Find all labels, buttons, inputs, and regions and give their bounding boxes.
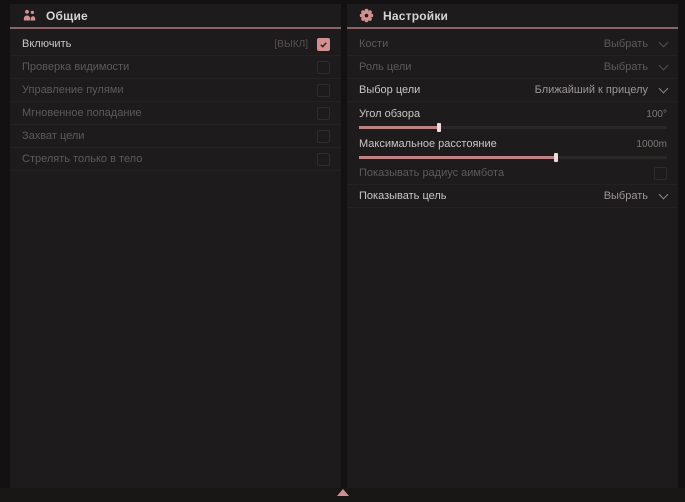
chevron-down-icon	[659, 83, 669, 93]
fov-value: 100°	[646, 109, 667, 120]
toggle-label: Стрелять только в тело	[22, 153, 317, 165]
target-role-dropdown[interactable]: Выбрать	[604, 61, 667, 73]
chevron-down-icon	[659, 60, 669, 70]
slider-row-max-distance: Максимальное расстояние 1000m	[347, 132, 678, 162]
gear-icon	[359, 8, 374, 23]
visibility-check-checkbox[interactable]	[317, 61, 330, 74]
dropdown-value: Выбрать	[604, 61, 648, 73]
dropdown-row-target-select: Выбор цели Ближайший к прицелу	[347, 79, 678, 102]
toggle-label: Захват цели	[22, 130, 317, 142]
fov-slider-handle[interactable]	[437, 123, 441, 132]
dropdown-label: Роль цели	[359, 61, 604, 73]
max-distance-slider-handle[interactable]	[554, 153, 558, 162]
toggle-row-body-only: Стрелять только в тело	[10, 148, 341, 171]
dropdown-label: Выбор цели	[359, 84, 535, 96]
chevron-down-icon	[659, 189, 669, 199]
panel-settings-header: Настройки	[347, 4, 678, 29]
show-aimbot-radius-checkbox[interactable]	[654, 167, 667, 180]
panel-settings: Настройки Кости Выбрать Роль цели Выбрат…	[347, 4, 678, 488]
max-distance-slider-fill	[359, 156, 556, 159]
fov-slider-fill	[359, 126, 439, 129]
instant-hit-checkbox[interactable]	[317, 107, 330, 120]
dropdown-value: Выбрать	[604, 190, 648, 202]
panel-general-title: Общие	[46, 9, 88, 23]
target-lock-checkbox[interactable]	[317, 130, 330, 143]
bones-dropdown[interactable]: Выбрать	[604, 38, 667, 50]
target-select-dropdown[interactable]: Ближайший к прицелу	[535, 84, 667, 96]
max-distance-value: 1000m	[636, 139, 667, 150]
toggle-row-instant-hit: Мгновенное попадание	[10, 102, 341, 125]
toggle-label: Показывать радиус аимбота	[359, 167, 654, 179]
toggle-label: Включить	[22, 38, 275, 50]
hotkey-badge: [ВЫКЛ]	[275, 39, 308, 50]
toggle-row-visibility-check: Проверка видимости	[10, 56, 341, 79]
toggle-label: Управление пулями	[22, 84, 317, 96]
dropdown-row-target-role: Роль цели Выбрать	[347, 56, 678, 79]
show-target-dropdown[interactable]: Выбрать	[604, 190, 667, 202]
max-distance-slider[interactable]	[359, 156, 667, 159]
toggle-row-enable: Включить [ВЫКЛ]	[10, 33, 341, 56]
dropdown-value: Ближайший к прицелу	[535, 84, 648, 96]
panel-general-header: Общие	[10, 4, 341, 29]
toggle-row-target-lock: Захват цели	[10, 125, 341, 148]
bullet-control-checkbox[interactable]	[317, 84, 330, 97]
toggle-row-bullet-control: Управление пулями	[10, 79, 341, 102]
toggle-label: Проверка видимости	[22, 61, 317, 73]
slider-label: Угол обзора	[359, 108, 646, 120]
scroll-up-indicator-icon[interactable]	[337, 489, 349, 496]
dropdown-label: Показывать цель	[359, 190, 604, 202]
body-only-checkbox[interactable]	[317, 153, 330, 166]
users-icon	[22, 8, 37, 23]
chevron-down-icon	[659, 37, 669, 47]
enable-checkbox[interactable]	[317, 38, 330, 51]
slider-label: Максимальное расстояние	[359, 138, 636, 150]
panel-settings-title: Настройки	[383, 9, 448, 23]
dropdown-label: Кости	[359, 38, 604, 50]
dropdown-row-show-target: Показывать цель Выбрать	[347, 185, 678, 208]
slider-row-fov: Угол обзора 100°	[347, 102, 678, 132]
dropdown-row-bones: Кости Выбрать	[347, 33, 678, 56]
dropdown-value: Выбрать	[604, 38, 648, 50]
fov-slider[interactable]	[359, 126, 667, 129]
toggle-row-show-aimbot-radius: Показывать радиус аимбота	[347, 162, 678, 185]
panel-general: Общие Включить [ВЫКЛ] Проверка видимости…	[10, 4, 341, 488]
toggle-label: Мгновенное попадание	[22, 107, 317, 119]
